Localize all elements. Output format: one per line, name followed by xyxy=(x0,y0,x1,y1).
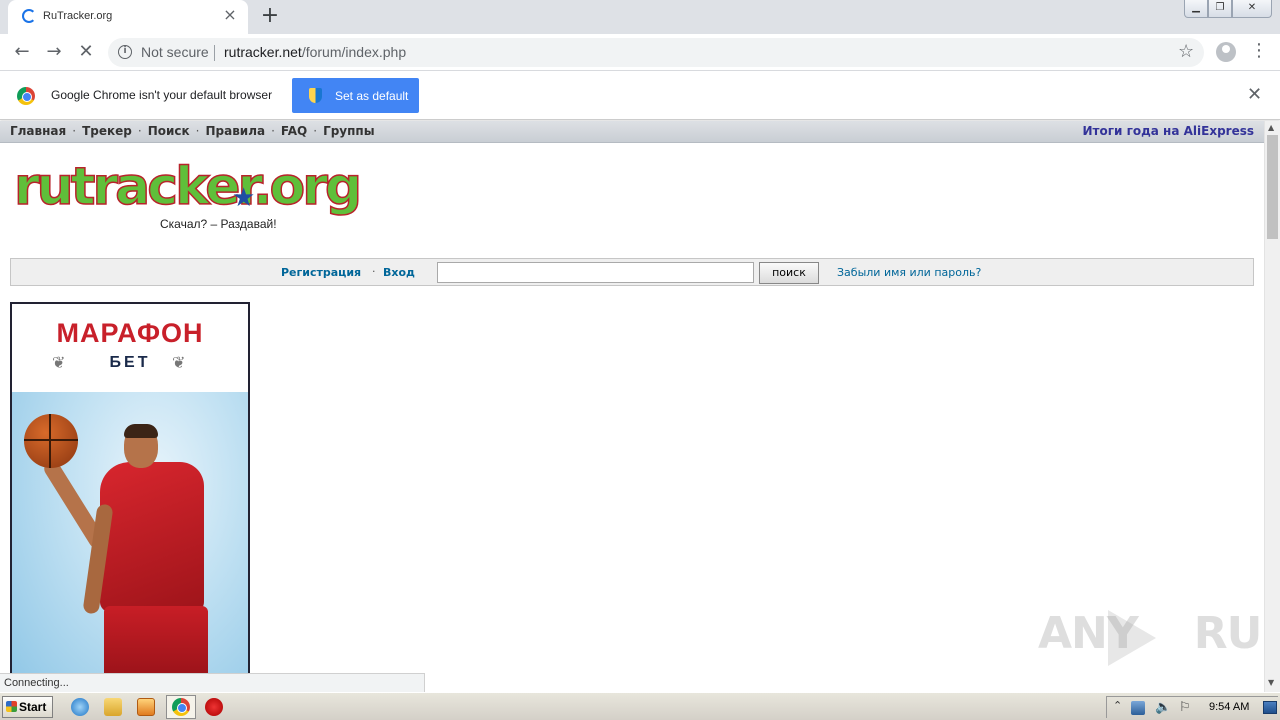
nav-link-groups[interactable]: Группы xyxy=(323,124,375,138)
logo-star-icon: ★ xyxy=(232,183,256,213)
nav-separator: · xyxy=(137,124,142,138)
internet-explorer-icon[interactable] xyxy=(71,698,89,716)
action-center-flag-icon[interactable]: ⚐ xyxy=(1179,701,1193,715)
watermark-left: ANY xyxy=(1038,608,1139,659)
media-player-icon[interactable] xyxy=(137,698,155,716)
security-label[interactable]: Not secure xyxy=(141,44,209,60)
tab-strip: RuTracker.org × + ▁ ❐ ✕ xyxy=(0,0,1280,34)
url-host: rutracker.net xyxy=(224,44,302,60)
tray-expand-icon[interactable]: ⌃ xyxy=(1113,699,1122,712)
stop-reload-button[interactable]: ✕ xyxy=(74,40,98,64)
nav-link-tracker[interactable]: Трекер xyxy=(82,124,132,138)
taskbar-clock[interactable]: 9:54 AM xyxy=(1209,701,1249,713)
browser-menu-icon[interactable]: ⋮ xyxy=(1250,41,1268,61)
site-nav-links: Главная · Трекер · Поиск · Правила · FAQ · Группы xyxy=(10,124,375,138)
start-button[interactable]: Start xyxy=(2,696,53,718)
player-hair xyxy=(124,424,158,438)
site-logo[interactable]: rutracker.org ★ Скачал? – Раздавай! xyxy=(13,156,363,236)
forgot-password-link[interactable]: Забыли имя или пароль? xyxy=(837,266,981,279)
scroll-down-icon[interactable]: ▼ xyxy=(1268,678,1274,687)
aliexpress-link[interactable]: Итоги года на AliExpress xyxy=(1082,124,1254,138)
scroll-up-icon[interactable]: ▲ xyxy=(1268,123,1274,132)
page-scrollbar[interactable]: ▲ ▼ xyxy=(1264,121,1280,692)
windows-flag-icon xyxy=(6,701,17,712)
opera-icon[interactable] xyxy=(205,698,223,716)
search-button[interactable]: поиск xyxy=(759,262,819,284)
nav-separator: · xyxy=(313,124,318,138)
site-info-icon[interactable]: i xyxy=(118,45,132,59)
nav-separator: · xyxy=(271,124,275,138)
login-separator: · xyxy=(372,265,376,278)
site-top-nav: Главная · Трекер · Поиск · Правила · FAQ · Группы … xyxy=(0,121,1264,143)
ad-basketball-player-image xyxy=(12,392,248,690)
url-text[interactable]: rutracker.net/forum/index.php xyxy=(224,44,406,60)
ad-banner-marathonbet[interactable]: МАРАФОН ❦ БЕТ ❦ xyxy=(10,302,250,692)
nav-separator: · xyxy=(72,124,77,138)
system-tray: ⌃ 🔈 ⚐ 9:54 AM xyxy=(1106,696,1278,718)
nav-link-home[interactable]: Главная xyxy=(10,124,66,138)
nav-link-faq[interactable]: FAQ xyxy=(281,124,307,138)
omnibox-divider xyxy=(214,45,215,61)
search-input[interactable] xyxy=(437,262,754,283)
network-icon[interactable] xyxy=(1131,701,1145,715)
back-button[interactable]: ← xyxy=(10,40,34,64)
ad-title: МАРАФОН xyxy=(56,318,204,348)
chrome-taskbar-icon[interactable] xyxy=(172,698,190,716)
loading-spinner-icon xyxy=(22,9,36,23)
url-path: /forum/index.php xyxy=(301,44,407,60)
set-as-default-button[interactable]: Set as default xyxy=(292,78,419,113)
login-bar: Регистрация · Вход поиск Забыли имя или … xyxy=(10,258,1254,286)
browser-toolbar: ← → ✕ i Not secure rutracker.net/forum/i… xyxy=(0,34,1280,71)
window-close-button[interactable]: ✕ xyxy=(1232,0,1272,18)
os-taskbar: Start ⌃ 🔈 ⚐ 9:54 AM xyxy=(0,692,1280,720)
address-bar[interactable]: i Not secure rutracker.net/forum/index.p… xyxy=(108,38,1204,67)
scrollbar-thumb[interactable] xyxy=(1267,135,1278,239)
set-as-default-label: Set as default xyxy=(335,89,409,103)
ad-subtitle: БЕТ xyxy=(109,354,151,371)
new-tab-button[interactable]: + xyxy=(258,4,282,28)
window-restore-button[interactable]: ❐ xyxy=(1208,0,1232,18)
register-link[interactable]: Регистрация xyxy=(281,266,361,279)
forward-button[interactable]: → xyxy=(42,40,66,64)
basketball-icon xyxy=(24,414,78,468)
tab-title: RuTracker.org xyxy=(43,10,113,22)
profile-avatar-icon[interactable] xyxy=(1216,42,1236,62)
infobar-message: Google Chrome isn't your default browser xyxy=(51,88,273,102)
logo-tagline: Скачал? – Раздавай! xyxy=(160,217,277,231)
tab-close-icon[interactable]: × xyxy=(222,7,238,23)
nav-link-search[interactable]: Поиск xyxy=(148,124,190,138)
browser-tab[interactable]: RuTracker.org × xyxy=(8,0,248,34)
start-label: Start xyxy=(19,700,47,714)
page-viewport: Главная · Трекер · Поиск · Правила · FAQ · Группы … xyxy=(0,121,1264,692)
chrome-logo-icon xyxy=(17,87,35,105)
player-jersey xyxy=(100,462,204,612)
nav-link-rules[interactable]: Правила xyxy=(205,124,265,138)
default-browser-infobar: Google Chrome isn't your default browser… xyxy=(0,71,1280,120)
file-explorer-icon[interactable] xyxy=(104,698,122,716)
infobar-close-icon[interactable]: ✕ xyxy=(1247,85,1262,105)
uac-shield-icon xyxy=(309,88,322,103)
bookmark-star-icon[interactable]: ☆ xyxy=(1178,42,1194,62)
status-bubble: Connecting... xyxy=(0,673,425,692)
laurel-right-icon: ❦ xyxy=(172,353,186,372)
window-minimize-button[interactable]: ▁ xyxy=(1184,0,1208,18)
show-desktop-icon[interactable] xyxy=(1263,701,1277,714)
nav-separator: · xyxy=(195,124,200,138)
logo-wordmark: rutracker.org xyxy=(13,156,363,218)
login-link[interactable]: Вход xyxy=(383,266,415,279)
anyrun-watermark: ANYRUN xyxy=(1038,608,1280,659)
volume-icon[interactable]: 🔈 xyxy=(1155,701,1171,715)
